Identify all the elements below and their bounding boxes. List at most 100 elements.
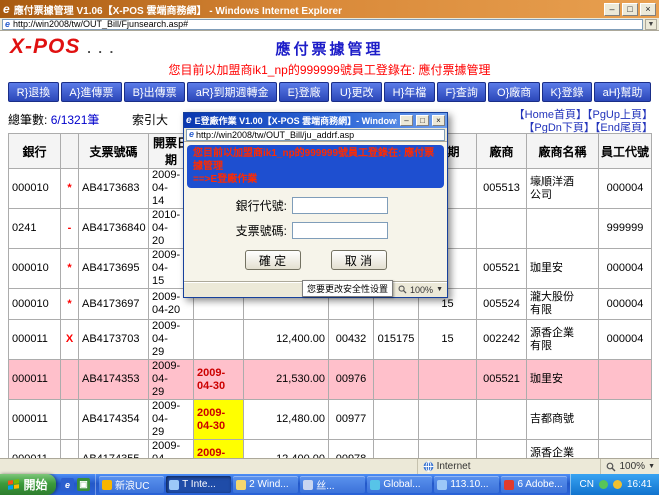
magnifier-icon [606, 462, 616, 472]
table-cell: 2009- 04-30 [194, 400, 244, 440]
close-button[interactable]: × [640, 3, 656, 16]
dialog-title: E登廠作業 V1.00【X-POS 雲端商務網】- Windows In... [195, 114, 397, 127]
record-count: 總筆數: 6/1321筆 [8, 111, 99, 128]
table-cell: X [61, 320, 79, 360]
dialog-url-field[interactable]: e http://win2008/tw/OUT_Bill/ju_addrf.as… [186, 129, 445, 141]
table-row[interactable]: 000011XAB41737032009-04- 2912,400.000043… [9, 320, 652, 360]
toolbar-button[interactable]: O}廠商 [488, 82, 539, 102]
tray-shield-icon[interactable] [599, 480, 608, 489]
language-indicator[interactable]: CN [580, 479, 594, 490]
bank-code-input[interactable] [292, 197, 388, 214]
task-label: 丝... [316, 477, 334, 492]
window-title: 應付票據管理 V1.06【X-POS 雲端商務網】 - Windows Inte… [14, 2, 600, 17]
minimize-button[interactable]: – [604, 3, 620, 16]
ie-icon [437, 480, 447, 490]
table-cell [599, 360, 652, 400]
ok-button[interactable]: 確 定 [245, 250, 301, 270]
table-row[interactable]: 000011AB41743552009-04- 292009- 04-3012,… [9, 440, 652, 459]
tray-clock: 16:41 [627, 479, 652, 490]
table-cell: 999999 [599, 209, 652, 249]
table-cell: 00432 [329, 320, 374, 360]
table-cell: 壕順洋酒 公司 [527, 169, 599, 209]
page-title: 應付票據管理 [0, 38, 659, 59]
task-label: Global... [383, 479, 420, 490]
toolbar-button[interactable]: F}查詢 [437, 82, 487, 102]
toolbar-button[interactable]: E}登廠 [279, 82, 329, 102]
start-button[interactable]: 開始 [0, 474, 56, 495]
zoom-control[interactable]: 100% ▼ [392, 282, 443, 297]
table-cell: * [61, 169, 79, 209]
table-row[interactable]: 000011AB41743532009-04- 292009- 04-3021,… [9, 360, 652, 400]
table-cell: AB4173697 [79, 289, 149, 320]
dialog-maximize-button[interactable]: □ [416, 115, 429, 126]
dialog-form: 銀行代號: 支票號碼: [187, 188, 444, 239]
table-cell: 2009-04- 29 [149, 440, 194, 459]
ie-icon: e [3, 3, 10, 15]
table-cell: AB4174355 [79, 440, 149, 459]
system-tray: CN 16:41 [570, 474, 659, 495]
task-button[interactable]: 2 Wind... [233, 476, 298, 493]
quick-launch: e ▣ [56, 474, 96, 495]
toolbar-button[interactable]: K}登錄 [542, 82, 592, 102]
task-label: 2 Wind... [249, 479, 288, 490]
toolbar-button[interactable]: aH}幫助 [594, 82, 651, 102]
task-button[interactable]: 新浪UC [99, 476, 164, 493]
table-cell: 015175 [374, 320, 419, 360]
window-titlebar: e 應付票據管理 V1.06【X-POS 雲端商務網】 - Windows In… [0, 0, 659, 18]
task-button[interactable]: 6 Adobe... [501, 476, 566, 493]
maximize-button[interactable]: □ [622, 3, 638, 16]
address-dropdown-icon[interactable]: ▼ [645, 19, 657, 30]
show-desktop-icon[interactable]: ▣ [77, 478, 90, 491]
start-label: 開始 [23, 476, 47, 493]
field-label: 支票號碼: [215, 222, 287, 239]
security-tooltip: 您要更改安全性设置 [302, 280, 393, 297]
table-cell: 000011 [9, 320, 61, 360]
table-cell: 2009-04- 29 [149, 360, 194, 400]
column-header: 廠商 [477, 134, 527, 169]
table-cell: 源香企業 有限 [527, 440, 599, 459]
table-cell: * [61, 249, 79, 289]
toolbar-button[interactable]: H}年檔 [384, 82, 435, 102]
url-field[interactable]: e http://win2008/tw/OUT_Bill/Fjunsearch.… [2, 19, 643, 30]
task-label: T Inte... [182, 479, 216, 490]
zone-indicator: Internet [417, 459, 471, 474]
task-label: 113.10... [450, 479, 488, 490]
table-row[interactable]: 000011AB41743542009-04- 292009- 04-3012,… [9, 400, 652, 440]
table-cell: 000010 [9, 169, 61, 209]
table-cell: 00976 [329, 360, 374, 400]
zoom-control[interactable]: 100% ▼ [600, 459, 655, 474]
table-cell: 005521 [477, 360, 527, 400]
toolbar-button[interactable]: B}出傳票 [124, 82, 185, 102]
dialog-close-button[interactable]: × [432, 115, 445, 126]
chevron-down-icon: ▼ [436, 286, 443, 293]
column-header [61, 134, 79, 169]
table-cell: 000004 [599, 249, 652, 289]
banner-line2: ==>E登廠作業 [193, 173, 438, 186]
tray-app-icon[interactable] [613, 480, 622, 489]
toolbar-button[interactable]: R}退換 [8, 82, 59, 102]
toolbar-button[interactable]: U}更改 [331, 82, 382, 102]
table-cell: AB4173703 [79, 320, 149, 360]
table-cell [599, 440, 652, 459]
toolbar-button[interactable]: A}進傳票 [61, 82, 122, 102]
dialog-minimize-button[interactable]: – [400, 115, 413, 126]
field-label: 銀行代號: [215, 197, 287, 214]
table-cell [477, 400, 527, 440]
toolbar: R}退換A}進傳票B}出傳票aR}到期週轉金E}登廠U}更改H}年檔F}查詢O}… [8, 82, 651, 102]
toolbar-button[interactable]: aR}到期週轉金 [187, 82, 277, 102]
table-cell: AB4174353 [79, 360, 149, 400]
table-cell: 吉都商號 [527, 400, 599, 440]
task-button[interactable]: Global... [367, 476, 432, 493]
adobe-icon [504, 480, 514, 490]
task-button[interactable]: 113.10... [434, 476, 499, 493]
magnifier-icon [398, 285, 407, 294]
check-number-input[interactable] [292, 222, 388, 239]
task-button[interactable]: 丝... [300, 476, 365, 493]
table-cell: 00978 [329, 440, 374, 459]
cancel-button[interactable]: 取 消 [331, 250, 387, 270]
ie-icon[interactable]: e [61, 478, 74, 491]
column-header: 員工代號 [599, 134, 652, 169]
page-icon: e [5, 20, 10, 29]
ie-icon [169, 480, 179, 490]
task-button[interactable]: T Inte... [166, 476, 231, 493]
